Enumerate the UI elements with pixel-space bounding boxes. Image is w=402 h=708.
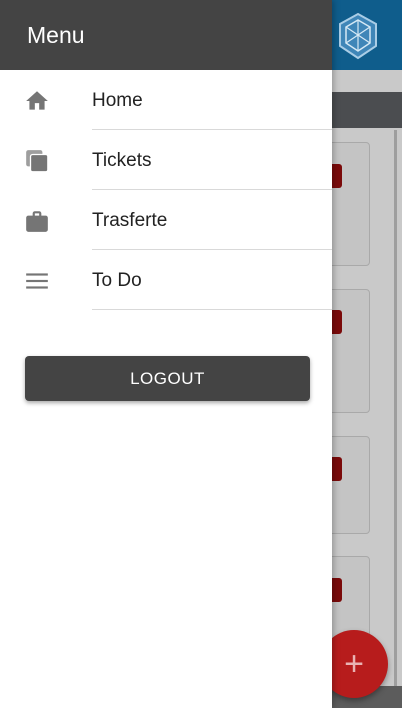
list-icon bbox=[26, 273, 48, 289]
menu-item-label: Home bbox=[92, 90, 143, 111]
scrollbar[interactable] bbox=[394, 130, 397, 690]
drawer-title: Menu bbox=[27, 22, 85, 48]
menu-item-label: To Do bbox=[92, 270, 142, 291]
menu-item-label: Tickets bbox=[92, 150, 152, 171]
menu-item-label: Trasferte bbox=[92, 210, 168, 231]
navigation-drawer: Menu Home Tickets Trasferte To Do LOGOUT bbox=[0, 0, 332, 708]
menu-item-todo[interactable]: To Do bbox=[0, 250, 332, 310]
copy-icon bbox=[26, 150, 49, 173]
app-logo-icon bbox=[339, 12, 377, 60]
drawer-header: Menu bbox=[0, 0, 332, 70]
home-icon bbox=[26, 91, 48, 110]
briefcase-icon bbox=[26, 211, 48, 232]
menu-item-trasferte[interactable]: Trasferte bbox=[0, 190, 332, 250]
menu-item-home[interactable]: Home bbox=[0, 70, 332, 130]
menu-item-tickets[interactable]: Tickets bbox=[0, 130, 332, 190]
logout-button[interactable]: LOGOUT bbox=[25, 356, 310, 401]
menu-list: Home Tickets Trasferte To Do bbox=[0, 70, 332, 310]
divider bbox=[92, 309, 332, 310]
